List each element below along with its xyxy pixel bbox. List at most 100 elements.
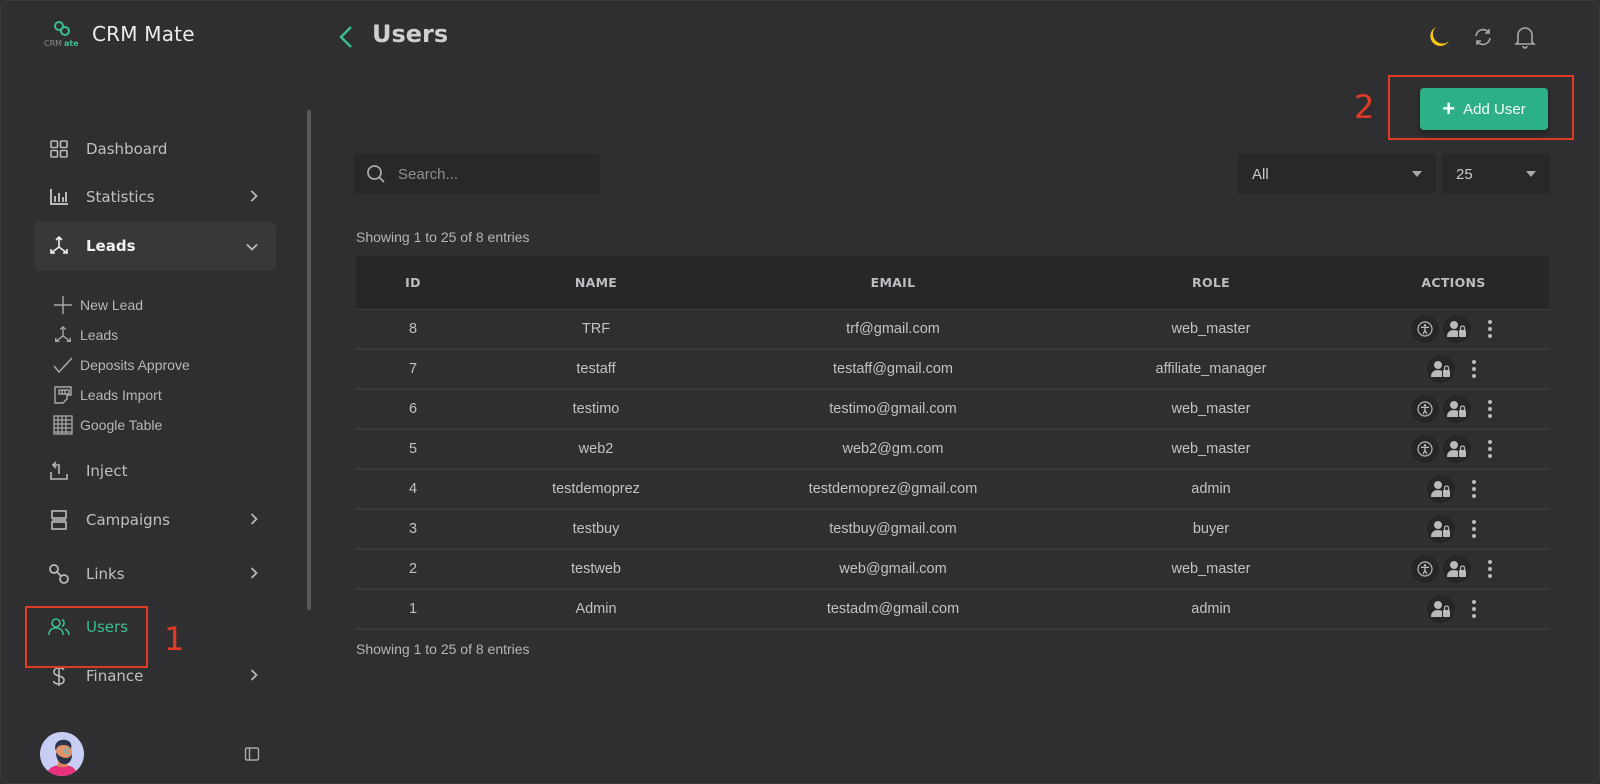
table-row[interactable]: 7 testaff testaff@gmail.com affiliate_manag… xyxy=(356,350,1549,390)
sidebar-collapse-icon[interactable] xyxy=(244,746,260,762)
cell-name: TRF xyxy=(581,321,611,337)
sidebar-scrollbar[interactable] xyxy=(307,110,311,610)
user-lock-icon[interactable] xyxy=(1442,435,1471,463)
user-lock-icon[interactable] xyxy=(1426,355,1455,383)
cell-actions xyxy=(1358,435,1549,463)
kebab-menu-icon[interactable] xyxy=(1467,518,1481,540)
user-lock-icon[interactable] xyxy=(1426,595,1455,623)
cell-actions xyxy=(1358,315,1549,343)
cell-actions xyxy=(1358,355,1549,383)
check-icon xyxy=(52,354,74,376)
column-header-email[interactable]: EMAIL xyxy=(722,275,1064,290)
kebab-menu-icon[interactable] xyxy=(1467,358,1481,380)
plus-icon xyxy=(52,294,74,316)
user-avatar[interactable] xyxy=(40,732,84,776)
cell-actions xyxy=(1358,555,1549,583)
plus-icon: + xyxy=(1442,96,1456,121)
kebab-menu-icon[interactable] xyxy=(1483,398,1497,420)
sidebar-item-inject[interactable]: Inject xyxy=(34,446,276,496)
cell-role: web_master xyxy=(1171,561,1251,577)
annotation-number-2: 2 xyxy=(1354,88,1375,126)
kebab-menu-icon[interactable] xyxy=(1483,318,1497,340)
cell-role: web_master xyxy=(1171,441,1251,457)
page-size-value: 25 xyxy=(1456,165,1473,183)
accessibility-icon[interactable] xyxy=(1410,435,1439,463)
crm-mate-logo-icon: CRM ate xyxy=(42,18,82,50)
user-lock-icon[interactable] xyxy=(1426,515,1455,543)
column-header-actions: ACTIONS xyxy=(1421,275,1486,290)
annotation-box-1 xyxy=(25,606,148,668)
kebab-menu-icon[interactable] xyxy=(1483,438,1497,460)
cell-email: testbuy@gmail.com xyxy=(829,521,957,537)
leads-branch-icon xyxy=(48,235,70,257)
cell-name: Admin xyxy=(575,601,617,617)
column-header-name[interactable]: NAME xyxy=(470,275,722,290)
accessibility-icon[interactable] xyxy=(1410,315,1439,343)
sidebar-item-label: Dashboard xyxy=(86,140,168,158)
user-lock-icon[interactable] xyxy=(1442,555,1471,583)
cell-id: 8 xyxy=(408,321,418,337)
submenu-item-leads-import[interactable]: Leads Import xyxy=(52,382,252,408)
submenu-item-google-table[interactable]: Google Table xyxy=(52,412,252,438)
submenu-item-new-lead[interactable]: New Lead xyxy=(52,292,252,318)
submenu-item-deposits-approve[interactable]: Deposits Approve xyxy=(52,352,252,378)
users-table: ID NAME EMAIL ROLE ACTIONS 8 TRF trf@gmail… xyxy=(356,256,1549,630)
cell-role: buyer xyxy=(1192,521,1230,537)
dollar-icon xyxy=(48,665,70,687)
cell-name: testweb xyxy=(571,561,621,577)
bell-icon[interactable] xyxy=(1512,24,1538,50)
sidebar-item-links[interactable]: Links xyxy=(34,549,276,599)
sidebar-item-dashboard[interactable]: Dashboard xyxy=(34,124,276,174)
cell-name: testimo xyxy=(572,401,620,417)
moon-icon[interactable] xyxy=(1426,24,1452,50)
back-chevron-icon[interactable] xyxy=(336,24,358,50)
cell-id: 2 xyxy=(408,561,418,577)
table-row[interactable]: 5 web2 web2@gm.com web_master xyxy=(356,430,1549,470)
page-title: Users xyxy=(372,20,449,48)
cell-id: 6 xyxy=(408,401,418,417)
table-row[interactable]: 1 Admin testadm@gmail.com admin xyxy=(356,590,1549,630)
submenu-item-leads[interactable]: Leads xyxy=(52,322,252,348)
sidebar-item-statistics[interactable]: Statistics xyxy=(34,172,276,222)
sidebar-item-label: Statistics xyxy=(86,188,155,206)
cell-actions xyxy=(1358,595,1549,623)
cell-email: testimo@gmail.com xyxy=(829,401,957,417)
accessibility-icon[interactable] xyxy=(1410,395,1439,423)
table-row[interactable]: 4 testdemoprez testdemoprez@gmail.com admin xyxy=(356,470,1549,510)
table-row[interactable]: 3 testbuy testbuy@gmail.com buyer xyxy=(356,510,1549,550)
column-header-id[interactable]: ID xyxy=(356,275,470,290)
cell-name: web2 xyxy=(578,441,614,457)
cell-role: web_master xyxy=(1171,401,1251,417)
table-row[interactable]: 2 testweb web@gmail.com web_master xyxy=(356,550,1549,590)
add-user-button[interactable]: + Add User xyxy=(1420,88,1548,130)
cell-email: testdemoprez@gmail.com xyxy=(808,481,978,497)
svg-text:CRM: CRM xyxy=(44,39,62,48)
search-input[interactable] xyxy=(398,165,588,183)
user-lock-icon[interactable] xyxy=(1426,475,1455,503)
brand[interactable]: CRM ate CRM Mate xyxy=(42,18,195,50)
accessibility-icon[interactable] xyxy=(1410,555,1439,583)
table-row[interactable]: 8 TRF trf@gmail.com web_master xyxy=(356,310,1549,350)
column-header-role[interactable]: ROLE xyxy=(1064,275,1358,290)
app-name: CRM Mate xyxy=(92,22,195,46)
refresh-icon[interactable] xyxy=(1470,24,1496,50)
leads-branch-icon xyxy=(52,324,74,346)
cell-email: testadm@gmail.com xyxy=(826,601,960,617)
sidebar-item-leads[interactable]: Leads xyxy=(34,221,276,271)
cell-id: 4 xyxy=(408,481,418,497)
user-lock-icon[interactable] xyxy=(1442,395,1471,423)
kebab-menu-icon[interactable] xyxy=(1467,598,1481,620)
table-row[interactable]: 6 testimo testimo@gmail.com web_master xyxy=(356,390,1549,430)
add-user-label: Add User xyxy=(1463,100,1526,118)
page-size-select[interactable]: 25 xyxy=(1442,154,1550,194)
kebab-menu-icon[interactable] xyxy=(1467,478,1481,500)
kebab-menu-icon[interactable] xyxy=(1483,558,1497,580)
role-filter-select[interactable]: All xyxy=(1238,154,1436,194)
sidebar-item-campaigns[interactable]: Campaigns xyxy=(34,495,276,545)
table-header: ID NAME EMAIL ROLE ACTIONS xyxy=(356,256,1549,310)
svg-text:ate: ate xyxy=(64,39,79,48)
annotation-number-1: 1 xyxy=(164,620,185,658)
cell-role: admin xyxy=(1191,601,1231,617)
search-icon xyxy=(366,164,386,184)
user-lock-icon[interactable] xyxy=(1442,315,1471,343)
